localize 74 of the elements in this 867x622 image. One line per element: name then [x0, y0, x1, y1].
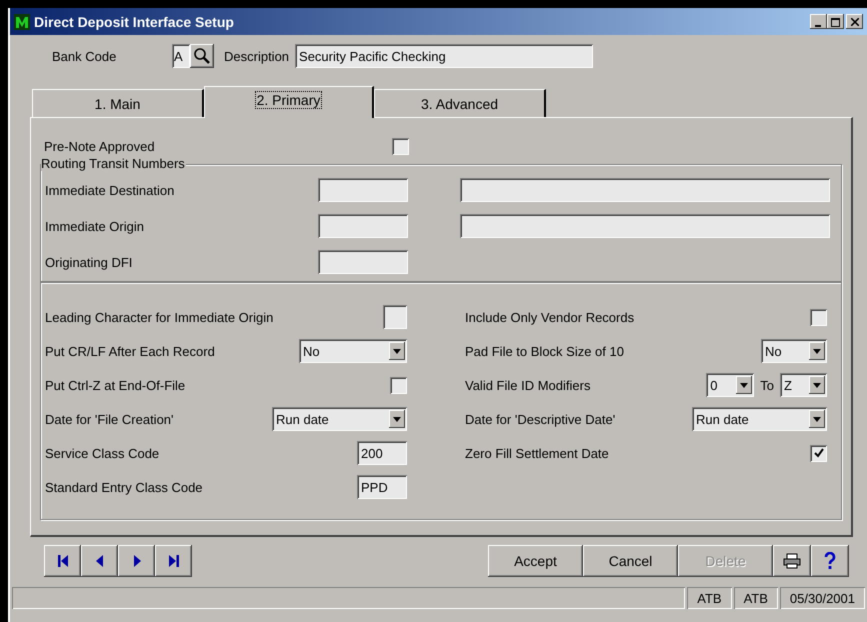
description-field[interactable]: Security Pacific Checking — [295, 44, 594, 68]
checkbox[interactable] — [390, 376, 407, 394]
action-button[interactable]: Accept — [488, 545, 583, 577]
maximize-button[interactable] — [827, 14, 844, 29]
tab[interactable]: 2. Primary — [204, 86, 374, 118]
input-field[interactable] — [318, 214, 408, 238]
field-label: Pad File to Block Size of 10 — [465, 344, 624, 358]
checkbox[interactable] — [810, 308, 827, 326]
field-label: Originating DFI — [45, 254, 134, 270]
previous-button[interactable] — [81, 545, 118, 577]
dropdown[interactable]: No — [299, 339, 407, 363]
pre-note-label: Pre-Note Approved — [44, 138, 156, 154]
input-field[interactable] — [460, 214, 830, 238]
group-title: Routing Transit Numbers — [41, 156, 186, 171]
dropdown-arrow-icon — [740, 382, 748, 388]
dropdown[interactable]: No — [761, 339, 827, 363]
close-button[interactable] — [846, 14, 863, 29]
field-label: Service Class Code — [45, 446, 160, 460]
input-field[interactable]: PPD — [357, 475, 407, 499]
bank-code-field[interactable]: A — [172, 44, 190, 68]
status-text: 05/30/2001 — [780, 587, 865, 609]
field-label: Standard Entry Class Code — [45, 480, 203, 494]
minimize-button[interactable] — [810, 14, 827, 29]
maximize-icon — [831, 18, 840, 27]
print-button[interactable] — [773, 545, 811, 577]
description-label: Description — [224, 48, 290, 64]
to-label: To — [760, 378, 774, 392]
next-button[interactable] — [118, 545, 155, 577]
field-label: Zero Fill Settlement Date — [465, 446, 609, 460]
field-label: Include Only Vendor Records — [465, 310, 634, 324]
dropdown[interactable]: Run date — [272, 407, 407, 431]
dropdown[interactable]: 0 — [706, 373, 754, 397]
bank-code-label: Bank Code — [52, 48, 118, 64]
field-label: Put CR/LF After Each Record — [45, 344, 215, 358]
checkbox[interactable] — [810, 444, 827, 462]
tab[interactable]: 3. Advanced — [374, 89, 546, 117]
input-field[interactable] — [318, 250, 408, 274]
input-field[interactable] — [460, 178, 830, 202]
input-field[interactable] — [383, 305, 407, 329]
printer-icon — [783, 553, 801, 569]
pre-note-checkbox[interactable] — [392, 138, 409, 154]
input-field[interactable] — [318, 178, 408, 202]
action-button[interactable]: Cancel — [583, 545, 678, 577]
field-label: Immediate Destination — [45, 182, 176, 198]
dropdown[interactable]: Run date — [692, 407, 827, 431]
first-record-button[interactable] — [44, 545, 81, 577]
help-icon — [824, 552, 836, 570]
field-label: Valid File ID Modifiers — [465, 378, 590, 392]
window-title: Direct Deposit Interface Setup — [34, 14, 235, 30]
field-label: Immediate Origin — [45, 218, 145, 234]
previous-icon — [94, 554, 106, 568]
app-icon — [14, 14, 30, 30]
dropdown-arrow-icon — [393, 348, 401, 354]
field-label: Leading Character for Immediate Origin — [45, 310, 274, 324]
dropdown[interactable]: Z — [780, 373, 827, 397]
status-text: ATB — [734, 587, 778, 609]
help-button[interactable] — [811, 545, 849, 577]
field-label: Date for 'Descriptive Date' — [465, 412, 616, 426]
first-icon — [56, 554, 68, 568]
tab[interactable]: 1. Main — [32, 89, 204, 117]
dropdown-arrow-icon — [393, 416, 401, 422]
dropdown-arrow-icon — [813, 416, 821, 422]
close-icon — [850, 18, 858, 26]
check-icon — [812, 447, 824, 459]
last-record-button[interactable] — [155, 545, 192, 577]
last-icon — [168, 554, 180, 568]
search-button[interactable] — [190, 44, 214, 68]
dropdown-arrow-icon — [813, 382, 821, 388]
dropdown-arrow-icon — [813, 348, 821, 354]
field-label: Put Ctrl-Z at End-Of-File — [45, 378, 186, 392]
field-label: Date for 'File Creation' — [45, 412, 174, 426]
status-text: ATB — [687, 587, 732, 609]
search-icon — [193, 47, 211, 65]
input-field[interactable]: 200 — [357, 441, 407, 465]
